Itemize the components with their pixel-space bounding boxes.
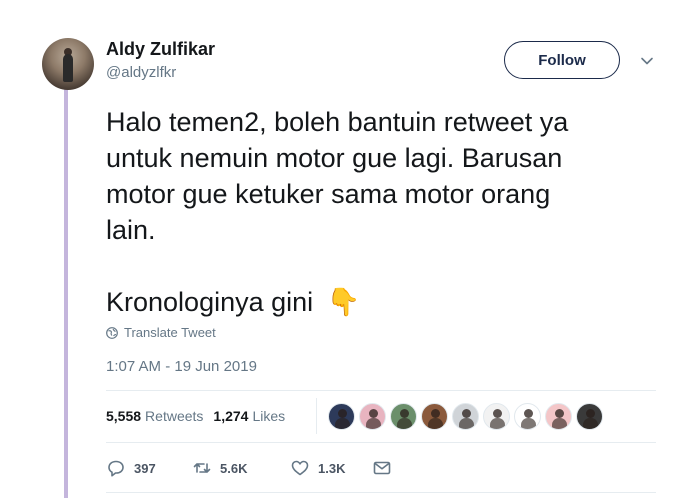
tweet-timestamp[interactable]: 1:07 AM - 19 Jun 2019 (106, 358, 257, 375)
pointing-down-emoji: 👇 (326, 287, 361, 317)
divider (106, 442, 656, 443)
reply-count: 397 (134, 460, 156, 476)
avatar[interactable] (42, 38, 94, 90)
heart-icon (291, 460, 309, 476)
mail-icon (373, 461, 391, 475)
liker-avatar[interactable] (328, 403, 355, 430)
display-name[interactable]: Aldy Zulfikar (106, 39, 215, 60)
direct-message-action[interactable] (372, 458, 392, 478)
tweet-line: Halo temen2, boleh bantuin retweet ya (106, 107, 569, 137)
liker-avatar[interactable] (483, 403, 510, 430)
thread-line (64, 88, 68, 498)
translate-label[interactable]: Translate Tweet (124, 325, 216, 340)
tweet-text: Halo temen2, boleh bantuin retweet ya un… (106, 104, 646, 320)
avatar-figure (63, 54, 73, 82)
like-action[interactable]: 1.3K (290, 458, 372, 478)
tweet-line: Kronologinya gini 👇 (106, 284, 646, 320)
user-handle[interactable]: @aldyzlfkr (106, 64, 176, 81)
liker-avatar[interactable] (545, 403, 572, 430)
stats-separator (316, 398, 317, 434)
liker-avatar[interactable] (514, 403, 541, 430)
reply-action[interactable]: 397 (106, 458, 192, 478)
retweet-icon (193, 463, 211, 473)
tweet-line: motor gue ketuker sama motor orang (106, 179, 551, 209)
retweets-label[interactable]: Retweets (145, 408, 203, 424)
retweets-count[interactable]: 5,558 (106, 408, 141, 424)
globe-icon (106, 326, 118, 339)
retweet-action[interactable]: 5.6K (192, 458, 290, 478)
chevron-down-icon[interactable] (640, 54, 654, 68)
tweet-line: untuk nemuin motor gue lagi. Barusan (106, 143, 563, 173)
engagement-stats: 5,558 Retweets 1,274 Likes (106, 408, 295, 424)
tweet-line: lain. (106, 215, 156, 245)
like-count: 1.3K (318, 460, 346, 476)
liker-avatar[interactable] (390, 403, 417, 430)
follow-button[interactable]: Follow (504, 41, 620, 79)
reply-icon (108, 460, 124, 477)
likes-count[interactable]: 1,274 (213, 408, 248, 424)
liker-avatar[interactable] (576, 403, 603, 430)
retweet-count: 5.6K (220, 460, 248, 476)
liker-avatar[interactable] (359, 403, 386, 430)
translate-tweet-link[interactable]: Translate Tweet (106, 325, 216, 340)
likes-label[interactable]: Likes (252, 408, 285, 424)
likers-avatars (328, 403, 603, 430)
liker-avatar[interactable] (452, 403, 479, 430)
liker-avatar[interactable] (421, 403, 448, 430)
divider (106, 492, 656, 493)
divider (106, 390, 656, 391)
tweet-actions: 397 5.6K 1.3K (106, 458, 392, 478)
tweet-last-line: Kronologinya gini (106, 287, 314, 317)
